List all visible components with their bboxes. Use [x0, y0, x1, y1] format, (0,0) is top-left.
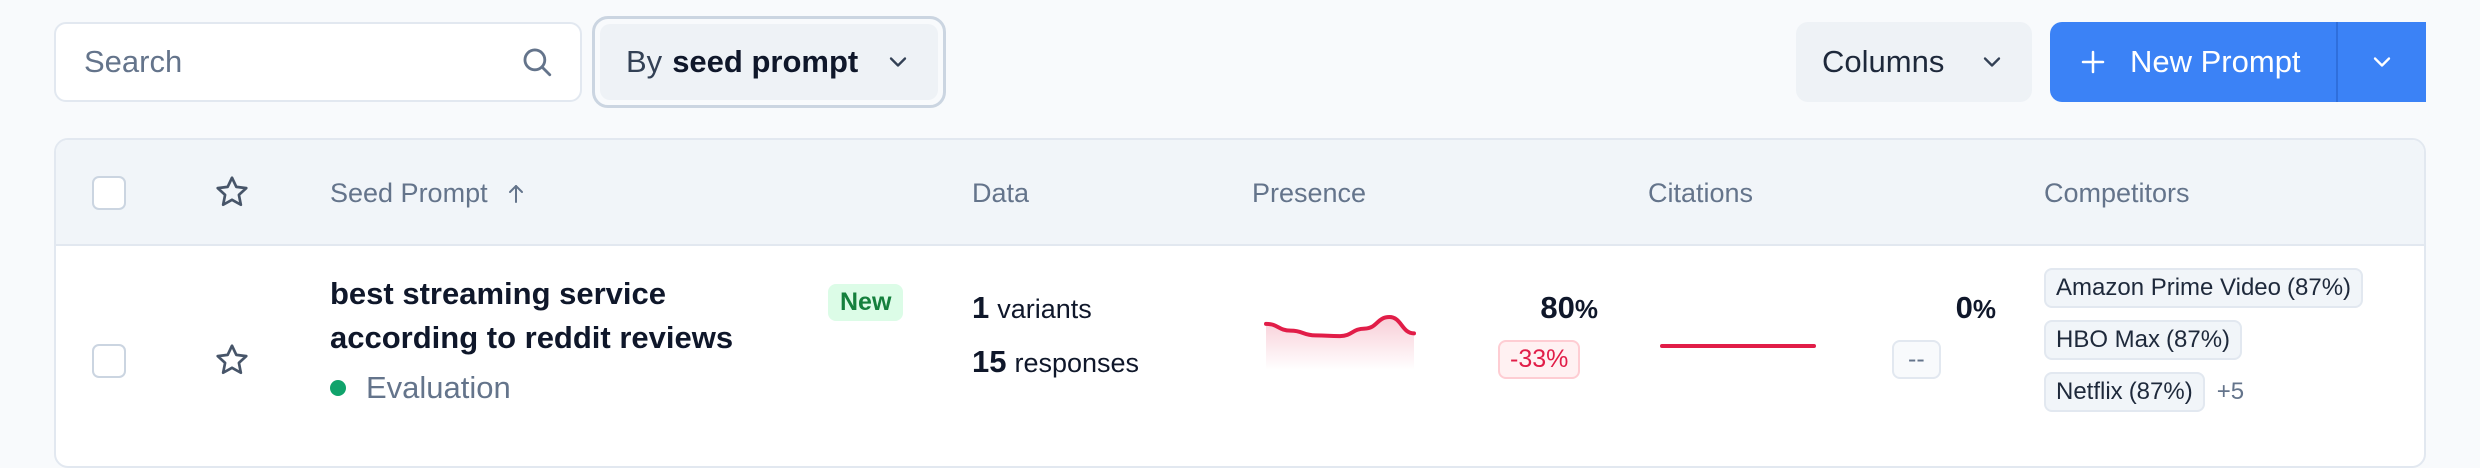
new-badge: New: [828, 284, 904, 321]
citations-value: 0%: [1846, 290, 1996, 326]
table-header: Seed Prompt Data Presence Citations Comp…: [56, 140, 2424, 246]
presence-value: 80%: [1448, 290, 1598, 326]
header-data[interactable]: Data: [972, 178, 1029, 209]
competitor-pct: (87%): [2128, 378, 2193, 405]
columns-button[interactable]: Columns: [1796, 22, 2032, 102]
competitor-name: HBO Max: [2056, 326, 2161, 353]
sparkline-area: [1266, 317, 1414, 370]
star-icon[interactable]: [214, 342, 250, 378]
presence-number: 80: [1540, 290, 1575, 325]
new-prompt-label: New Prompt: [2130, 44, 2301, 79]
variants-count: 1 variants: [972, 290, 1092, 326]
sort-ascending-icon: [504, 182, 528, 206]
select-all-checkbox[interactable]: [92, 176, 126, 210]
citations-delta-badge: --: [1892, 340, 1941, 379]
chevron-down-icon: [1978, 48, 2006, 76]
star-icon[interactable]: [214, 174, 250, 210]
variants-label: variants: [997, 294, 1092, 324]
competitor-name: Netflix: [2056, 378, 2123, 405]
plus-icon: [2078, 47, 2130, 77]
table-row[interactable]: best streaming service according to redd…: [56, 246, 2424, 466]
search-icon[interactable]: [520, 45, 554, 79]
search-input[interactable]: [82, 43, 520, 81]
responses-label: responses: [1014, 348, 1140, 378]
header-presence[interactable]: Presence: [1252, 178, 1366, 209]
competitor-chip[interactable]: HBO Max (87%): [2044, 320, 2243, 360]
competitor-pct: (87%): [2166, 326, 2231, 353]
group-by-prefix: By: [626, 44, 663, 79]
row-checkbox[interactable]: [92, 344, 126, 378]
header-competitors[interactable]: Competitors: [2044, 178, 2190, 209]
header-seed-prompt[interactable]: Seed Prompt: [330, 178, 528, 209]
competitor-name: Amazon Prime Video: [2056, 274, 2281, 301]
columns-label: Columns: [1822, 44, 1945, 79]
header-seed-prompt-label: Seed Prompt: [330, 178, 488, 208]
chevron-down-icon: [2368, 48, 2396, 76]
presence-sparkline: [1264, 315, 1416, 370]
presence-delta-badge: -33%: [1498, 340, 1581, 379]
prompt-title[interactable]: best streaming service according to redd…: [330, 272, 733, 360]
search-box[interactable]: [54, 22, 582, 102]
chevron-down-icon: [884, 48, 912, 76]
citations-unit: %: [1972, 294, 1996, 324]
citations-number: 0: [1955, 290, 1973, 325]
responses-count: 15 responses: [972, 344, 1139, 380]
group-by-dropdown[interactable]: By seed prompt: [600, 24, 938, 100]
variants-number: 1: [972, 290, 990, 325]
new-prompt-options-button[interactable]: [2336, 22, 2426, 102]
status-dot: [330, 380, 346, 396]
header-citations[interactable]: Citations: [1648, 178, 1753, 209]
prompts-table: Seed Prompt Data Presence Citations Comp…: [54, 138, 2426, 468]
group-by-value: seed prompt: [672, 44, 859, 79]
status-label: Evaluation: [366, 370, 511, 405]
status-indicator: Evaluation: [330, 370, 511, 406]
competitor-chip[interactable]: Netflix (87%): [2044, 372, 2205, 412]
prompt-title-line: best streaming service: [330, 276, 667, 311]
prompt-title-line: according to reddit reviews: [330, 320, 734, 355]
competitor-chip-row: Netflix (87%) +5: [2044, 372, 2244, 412]
responses-number: 15: [972, 344, 1007, 379]
competitor-chip[interactable]: Amazon Prime Video (87%): [2044, 268, 2364, 308]
more-competitors-link[interactable]: +5: [2217, 378, 2244, 406]
presence-unit: %: [1574, 294, 1598, 324]
citations-sparkline: [1660, 344, 1816, 348]
competitor-pct: (87%): [2287, 274, 2352, 301]
